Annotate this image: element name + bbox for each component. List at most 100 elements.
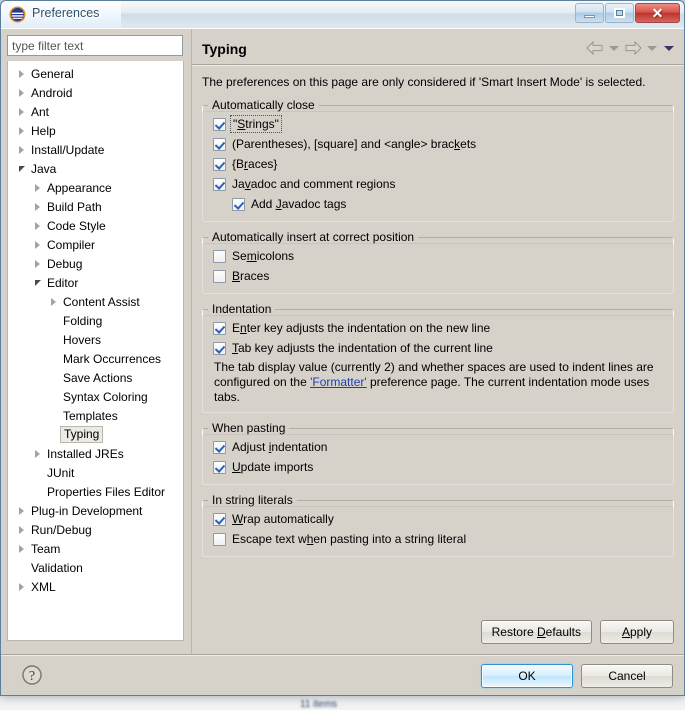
sidebar-item-editor[interactable]: Editor <box>8 273 183 292</box>
tree-collapse-arrow-icon[interactable] <box>14 165 29 172</box>
restore-defaults-button[interactable]: Restore Defaults <box>480 620 592 644</box>
checkbox-row[interactable]: Escape text when pasting into a string l… <box>203 529 673 549</box>
sidebar-item-help[interactable]: Help <box>8 121 183 140</box>
checkbox-label[interactable]: Semicolons <box>232 249 294 263</box>
sidebar-item-validation[interactable]: Validation <box>8 558 183 577</box>
checkbox-label[interactable]: (Parentheses), [square] and <angle> brac… <box>232 137 476 151</box>
checkbox-row[interactable]: Braces <box>203 266 673 286</box>
ok-button[interactable]: OK <box>481 664 573 688</box>
checkbox-checked-icon[interactable] <box>232 197 245 211</box>
sidebar-item-ant[interactable]: Ant <box>8 102 183 121</box>
sidebar-item-syntax-coloring[interactable]: Syntax Coloring <box>8 387 183 406</box>
checkbox-row[interactable]: "Strings" <box>203 114 673 134</box>
sidebar-item-team[interactable]: Team <box>8 539 183 558</box>
checkbox-label[interactable]: Escape text when pasting into a string l… <box>232 532 466 546</box>
checkbox-checked-icon[interactable] <box>213 157 226 171</box>
checkbox-row[interactable]: (Parentheses), [square] and <angle> brac… <box>203 134 673 154</box>
tree-expand-arrow-icon[interactable] <box>30 221 45 230</box>
checkbox-label[interactable]: Braces <box>232 269 269 283</box>
checkbox-checked-icon[interactable] <box>213 137 226 151</box>
tree-expand-arrow-icon[interactable] <box>14 107 29 116</box>
tree-expand-arrow-icon[interactable] <box>14 69 29 78</box>
apply-button[interactable]: Apply <box>600 620 674 644</box>
close-button[interactable]: ✕ <box>635 3 680 23</box>
sidebar-item-junit[interactable]: JUnit <box>8 463 183 482</box>
checkbox-row[interactable]: Javadoc and comment regions <box>203 174 673 194</box>
filter-input[interactable] <box>7 35 183 56</box>
checkbox-checked-icon[interactable] <box>213 321 226 335</box>
tree-expand-arrow-icon[interactable] <box>14 582 29 591</box>
sidebar-item-general[interactable]: General <box>8 64 183 83</box>
checkbox-label[interactable]: Tab key adjusts the indentation of the c… <box>232 341 493 355</box>
help-icon[interactable]: ? <box>21 664 43 686</box>
tree-expand-arrow-icon[interactable] <box>46 297 61 306</box>
tree-expand-arrow-icon[interactable] <box>14 506 29 515</box>
checkbox-unchecked-icon[interactable] <box>213 532 226 546</box>
checkbox-checked-icon[interactable] <box>213 440 226 454</box>
tree-expand-arrow-icon[interactable] <box>14 145 29 154</box>
checkbox-row[interactable]: Add Javadoc tags <box>203 194 673 214</box>
sidebar-item-xml[interactable]: XML <box>8 577 183 596</box>
tree-expand-arrow-icon[interactable] <box>30 202 45 211</box>
tree-expand-arrow-icon[interactable] <box>30 259 45 268</box>
sidebar-item-appearance[interactable]: Appearance <box>8 178 183 197</box>
sidebar-item-typing[interactable]: Typing <box>8 425 183 444</box>
view-menu-icon[interactable] <box>664 45 674 51</box>
sidebar-item-mark-occurrences[interactable]: Mark Occurrences <box>8 349 183 368</box>
sidebar-item-debug[interactable]: Debug <box>8 254 183 273</box>
checkbox-label[interactable]: Enter key adjusts the indentation on the… <box>232 321 490 335</box>
sidebar-item-android[interactable]: Android <box>8 83 183 102</box>
tree-expand-arrow-icon[interactable] <box>14 88 29 97</box>
tree-expand-arrow-icon[interactable] <box>30 449 45 458</box>
restore-button[interactable] <box>605 3 634 23</box>
sidebar-item-templates[interactable]: Templates <box>8 406 183 425</box>
checkbox-label[interactable]: Update imports <box>232 460 313 474</box>
sidebar-item-install-update[interactable]: Install/Update <box>8 140 183 159</box>
tree-expand-arrow-icon[interactable] <box>14 544 29 553</box>
sidebar-item-content-assist[interactable]: Content Assist <box>8 292 183 311</box>
checkbox-label[interactable]: Add Javadoc tags <box>251 197 346 211</box>
checkbox-row[interactable]: Tab key adjusts the indentation of the c… <box>203 338 673 358</box>
checkbox-checked-icon[interactable] <box>213 460 226 474</box>
sidebar-item-folding[interactable]: Folding <box>8 311 183 330</box>
sidebar-item-hovers[interactable]: Hovers <box>8 330 183 349</box>
sidebar-item-installed-jres[interactable]: Installed JREs <box>8 444 183 463</box>
checkbox-label[interactable]: "Strings" <box>230 115 282 133</box>
minimize-button[interactable] <box>575 3 604 23</box>
sidebar-item-plug-in-development[interactable]: Plug-in Development <box>8 501 183 520</box>
sidebar-item-code-style[interactable]: Code Style <box>8 216 183 235</box>
forward-history-chevron-down-icon[interactable] <box>647 45 657 51</box>
back-arrow-icon[interactable] <box>586 41 604 55</box>
checkbox-checked-icon[interactable] <box>213 117 226 131</box>
checkbox-unchecked-icon[interactable] <box>213 269 226 283</box>
checkbox-row[interactable]: Enter key adjusts the indentation on the… <box>203 318 673 338</box>
checkbox-unchecked-icon[interactable] <box>213 249 226 263</box>
preference-tree[interactable]: General Android Ant Help Install/Update Java A… <box>7 61 184 641</box>
tree-collapse-arrow-icon[interactable] <box>30 279 45 286</box>
checkbox-row[interactable]: Update imports <box>203 457 673 477</box>
checkbox-label[interactable]: Adjust indentation <box>232 440 327 454</box>
sidebar-item-compiler[interactable]: Compiler <box>8 235 183 254</box>
tree-expand-arrow-icon[interactable] <box>14 525 29 534</box>
tree-expand-arrow-icon[interactable] <box>30 183 45 192</box>
sidebar-item-run-debug[interactable]: Run/Debug <box>8 520 183 539</box>
formatter-link[interactable]: 'Formatter' <box>310 375 367 389</box>
tree-expand-arrow-icon[interactable] <box>30 240 45 249</box>
checkbox-checked-icon[interactable] <box>213 177 226 191</box>
checkbox-row[interactable]: Wrap automatically <box>203 509 673 529</box>
forward-arrow-icon[interactable] <box>624 41 642 55</box>
checkbox-checked-icon[interactable] <box>213 341 226 355</box>
checkbox-row[interactable]: Adjust indentation <box>203 437 673 457</box>
checkbox-checked-icon[interactable] <box>213 512 226 526</box>
cancel-button[interactable]: Cancel <box>581 664 673 688</box>
checkbox-row[interactable]: {Braces} <box>203 154 673 174</box>
sidebar-item-build-path[interactable]: Build Path <box>8 197 183 216</box>
checkbox-label[interactable]: Javadoc and comment regions <box>232 177 395 191</box>
checkbox-row[interactable]: Semicolons <box>203 246 673 266</box>
checkbox-label[interactable]: {Braces} <box>232 157 277 171</box>
checkbox-label[interactable]: Wrap automatically <box>232 512 334 526</box>
sidebar-item-properties-files-editor[interactable]: Properties Files Editor <box>8 482 183 501</box>
sidebar-item-save-actions[interactable]: Save Actions <box>8 368 183 387</box>
tree-expand-arrow-icon[interactable] <box>14 126 29 135</box>
sidebar-item-java[interactable]: Java <box>8 159 183 178</box>
